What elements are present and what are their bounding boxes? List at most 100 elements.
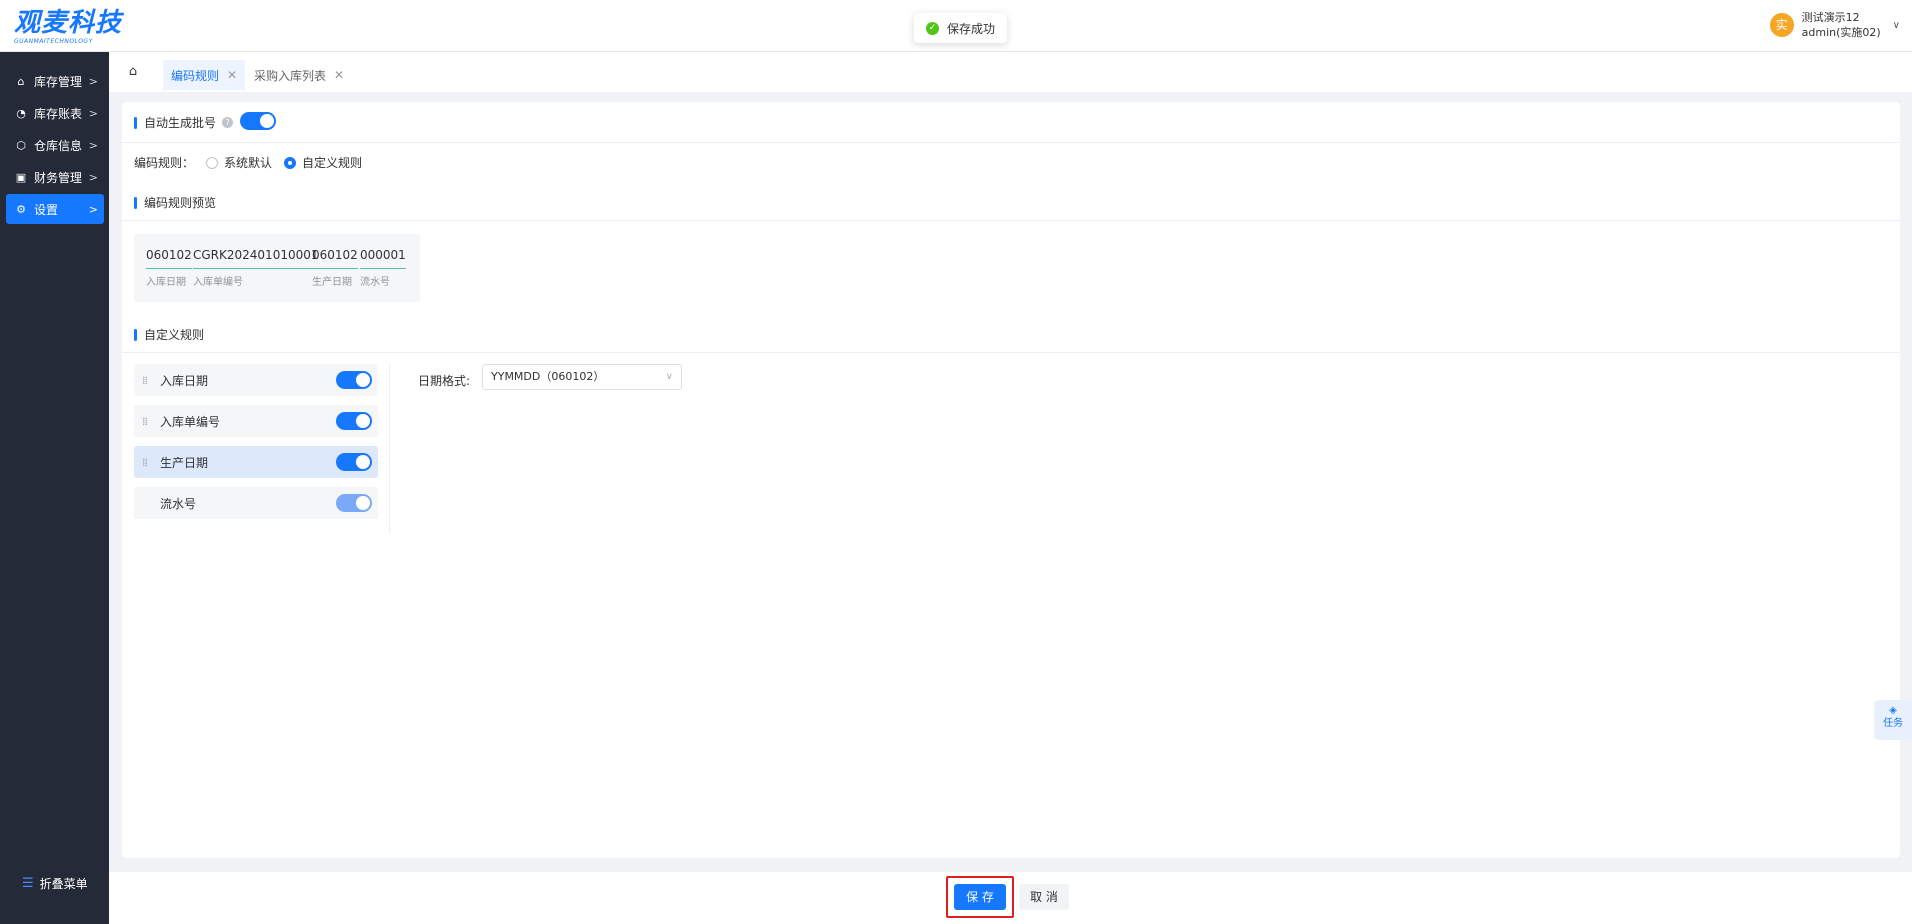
drag-handle-icon[interactable]: ⁞⁞: [142, 456, 154, 469]
date-format-label: 日期格式:: [418, 374, 471, 388]
segment-value: 000001: [360, 248, 406, 269]
close-icon[interactable]: ✕: [227, 68, 237, 82]
rule-toggle-disabled: [336, 494, 372, 512]
toggle-knob: [356, 373, 370, 387]
logo[interactable]: 观麦科技 GUANMAITECHNOLOGY: [14, 8, 122, 46]
section-marker: [134, 328, 137, 341]
success-toast: ✓ 保存成功: [914, 13, 1008, 43]
chevron-right-icon: >: [88, 74, 98, 88]
segment-label: 入库日期: [146, 277, 186, 288]
rule-item-label: 生产日期: [160, 455, 209, 470]
segment-value: 060102: [146, 248, 192, 269]
top-bar: 观麦科技 GUANMAITECHNOLOGY ✓ 保存成功 实 测试演示12 a…: [0, 0, 1912, 52]
preview-segment: CGRK202401010001 入库单编号: [193, 248, 319, 288]
help-icon[interactable]: ?: [222, 117, 234, 128]
auto-batch-toggle[interactable]: [240, 112, 276, 130]
main-card: 自动生成批号 ? 编码规则： 系统默认 自定义规则 编码规则预览 060102 …: [122, 102, 1900, 858]
divider: [122, 220, 1900, 221]
chevron-down-icon: ∨: [665, 371, 673, 382]
preview-section-title: 编码规则预览: [134, 194, 216, 211]
sidebar: ⌂ 库存管理 > ◔ 库存账表 > ⬡ 仓库信息 > ▣ 财务管理 > ⚙ 设置…: [0, 52, 109, 924]
sidebar-item-label: 财务管理: [34, 170, 83, 185]
chevron-down-icon[interactable]: ∨: [1893, 20, 1900, 31]
rule-item-inbound-number[interactable]: ⁞⁞ 入库单编号: [134, 405, 378, 437]
gear-icon: ⚙: [16, 202, 26, 216]
user-account: admin(实施02): [1801, 26, 1881, 39]
coding-rule-label: 编码规则：: [134, 156, 195, 170]
custom-rule-title: 自定义规则: [144, 328, 205, 342]
collapse-menu-label: 折叠菜单: [39, 877, 88, 891]
ledger-icon: ◔: [16, 106, 26, 120]
auto-batch-label: 自动生成批号: [144, 116, 217, 130]
divider: [122, 142, 1900, 143]
rule-toggle[interactable]: [336, 453, 372, 471]
sidebar-item-ledger[interactable]: ◔ 库存账表 >: [6, 98, 104, 128]
date-format-select[interactable]: YYMMDD（060102） ∨: [482, 364, 682, 390]
logo-subtext: GUANMAITECHNOLOGY: [14, 38, 93, 45]
radio-custom-rule[interactable]: 自定义规则: [284, 154, 362, 171]
check-circle-icon: ✓: [926, 21, 939, 35]
sidebar-item-settings[interactable]: ⚙ 设置 >: [6, 194, 104, 224]
radio-label: 系统默认: [224, 156, 273, 170]
segment-label: 入库单编号: [193, 277, 243, 288]
custom-rule-section-title: 自定义规则: [134, 326, 204, 343]
chevron-right-icon: >: [88, 106, 98, 120]
tab-purchase-inbound-list[interactable]: 采购入库列表 ✕: [246, 60, 352, 90]
home-tab-icon[interactable]: ⌂: [123, 62, 143, 82]
preview-segment: 000001 流水号: [360, 248, 406, 288]
save-button[interactable]: 保 存: [954, 884, 1006, 910]
toggle-knob: [260, 114, 274, 128]
auto-batch-row: 自动生成批号 ?: [134, 114, 234, 131]
radio-circle: [206, 156, 219, 169]
custom-rule-list: ⁞⁞ 入库日期 ⁞⁞ 入库单编号 ⁞⁞ 生产日期 ⁞⁞ 流水号: [134, 364, 378, 528]
task-float-button[interactable]: ◈ 任务: [1874, 700, 1912, 740]
section-marker: [134, 196, 137, 209]
sidebar-item-warehouse[interactable]: ⬡ 仓库信息 >: [6, 130, 104, 160]
drag-handle-icon[interactable]: ⁞⁞: [142, 415, 154, 428]
segment-label: 生产日期: [312, 277, 352, 288]
finance-icon: ▣: [15, 170, 27, 184]
menu-collapse-icon: ☰: [22, 876, 34, 891]
logo-text: 观麦科技: [14, 8, 123, 38]
chevron-right-icon: >: [88, 138, 98, 152]
tab-coding-rule[interactable]: 编码规则 ✕: [163, 60, 246, 90]
segment-label: 流水号: [360, 277, 390, 288]
toggle-knob: [356, 414, 370, 428]
rule-toggle[interactable]: [336, 371, 372, 389]
chevron-right-icon: >: [88, 202, 98, 216]
rule-item-inbound-date[interactable]: ⁞⁞ 入库日期: [134, 364, 378, 396]
toast-message: 保存成功: [947, 21, 996, 36]
radio-circle-checked: [284, 156, 297, 169]
sidebar-item-label: 仓库信息: [34, 138, 83, 153]
sidebar-item-inventory[interactable]: ⌂ 库存管理 >: [6, 66, 104, 96]
chevron-right-icon: >: [88, 170, 98, 184]
rule-item-label: 流水号: [160, 496, 197, 511]
sidebar-item-finance[interactable]: ▣ 财务管理 >: [6, 162, 104, 192]
coding-preview: 060102 入库日期 CGRK202401010001 入库单编号 06010…: [134, 234, 420, 302]
sidebar-item-label: 设置: [34, 202, 59, 217]
user-menu[interactable]: 实 测试演示12 admin(实施02) ∨: [1769, 10, 1900, 40]
task-label: 任务: [1883, 718, 1903, 729]
rule-toggle[interactable]: [336, 412, 372, 430]
segment-value: CGRK202401010001: [193, 248, 319, 269]
divider: [122, 352, 1900, 353]
user-name: 测试演示12: [1801, 11, 1860, 24]
rule-item-label: 入库单编号: [160, 414, 221, 429]
cancel-button[interactable]: 取 消: [1019, 884, 1069, 910]
rule-item-label: 入库日期: [160, 373, 209, 388]
preview-segment: 060102 入库日期: [146, 248, 192, 288]
radio-system-default[interactable]: 系统默认: [206, 154, 272, 171]
toggle-knob: [356, 455, 370, 469]
drag-handle-icon[interactable]: ⁞⁞: [142, 374, 154, 387]
close-icon[interactable]: ✕: [334, 68, 344, 82]
sidebar-item-label: 库存管理: [34, 74, 83, 89]
rule-item-production-date[interactable]: ⁞⁞ 生产日期: [134, 446, 378, 478]
toggle-knob: [356, 496, 370, 510]
section-marker: [134, 116, 137, 129]
tab-label: 编码规则: [171, 68, 220, 83]
rule-item-serial-number[interactable]: ⁞⁞ 流水号: [134, 487, 378, 519]
divider-vertical: [389, 364, 390, 534]
layers-icon: ◈: [1889, 705, 1897, 716]
collapse-menu-button[interactable]: ☰ 折叠菜单: [22, 875, 88, 892]
box-icon: ⬡: [16, 138, 26, 152]
